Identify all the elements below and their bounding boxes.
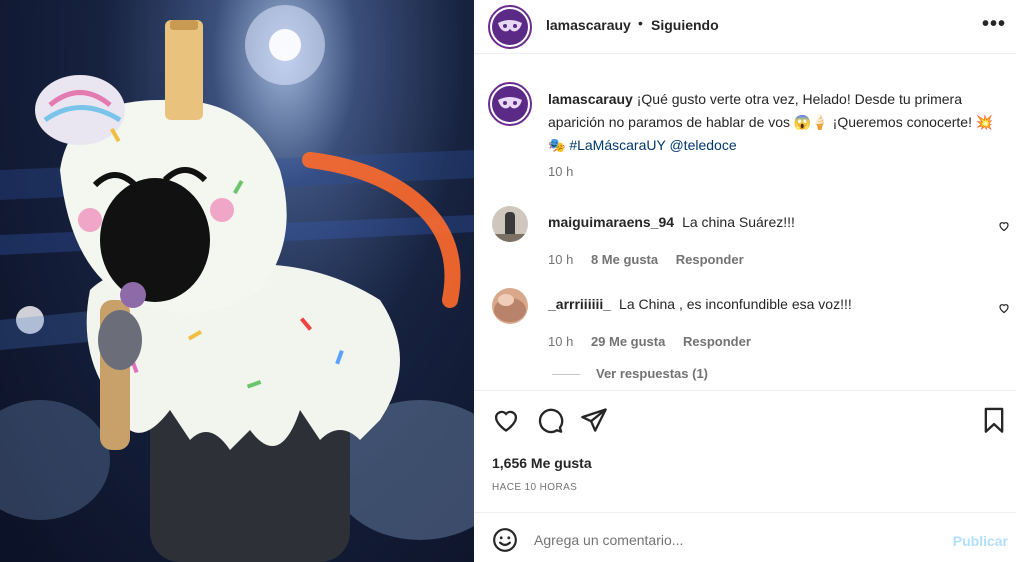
caption-username[interactable]: lamascarauy bbox=[548, 91, 633, 107]
caption-hashtag[interactable]: #LaMáscaraUY bbox=[569, 137, 665, 153]
reply-button[interactable]: Responder bbox=[683, 334, 751, 349]
comment-input[interactable] bbox=[534, 525, 914, 555]
mask-logo-icon bbox=[492, 86, 528, 122]
comment-text-block: _arrriiiiii_ La China , es inconfundible … bbox=[548, 296, 852, 312]
view-replies-label: Ver respuestas (1) bbox=[596, 366, 709, 381]
likes-count[interactable]: 1,656 Me gusta bbox=[492, 455, 592, 471]
caption-avatar[interactable] bbox=[488, 82, 532, 126]
send-icon[interactable] bbox=[580, 406, 608, 434]
ice-cream-costume-illustration bbox=[0, 5, 474, 562]
caption-time[interactable]: 10 h bbox=[548, 164, 573, 179]
comment-username[interactable]: maiguimaraens_94 bbox=[548, 214, 674, 230]
comment-likes[interactable]: 29 Me gusta bbox=[591, 334, 665, 349]
caption-mention[interactable]: @teledoce bbox=[669, 137, 736, 153]
mask-logo-icon bbox=[492, 9, 528, 45]
comment-likes[interactable]: 8 Me gusta bbox=[591, 252, 658, 267]
post-header: lamascarauy • Siguiendo ••• bbox=[474, 0, 1016, 54]
comment-meta: 10 h 8 Me gusta Responder bbox=[548, 252, 758, 267]
reply-button[interactable]: Responder bbox=[676, 252, 744, 267]
header-username[interactable]: lamascarauy bbox=[546, 17, 631, 33]
comment-time[interactable]: 10 h bbox=[548, 252, 573, 267]
post-panel: lamascarauy • Siguiendo ••• lamascarauy … bbox=[474, 0, 1016, 562]
comment-avatar[interactable] bbox=[492, 288, 528, 324]
view-replies-button[interactable]: Ver respuestas (1) bbox=[552, 366, 708, 381]
comment-text-block: maiguimaraens_94 La china Suárez!!! bbox=[548, 214, 795, 230]
comment-like-heart-icon[interactable] bbox=[998, 302, 1010, 314]
comment-like-heart-icon[interactable] bbox=[998, 220, 1010, 232]
comment-username[interactable]: _arrriiiiii_ bbox=[548, 296, 611, 312]
heart-icon[interactable] bbox=[492, 406, 520, 434]
post-image bbox=[0, 0, 474, 562]
comment-icon[interactable] bbox=[536, 406, 564, 434]
comment-text: La China , es inconfundible esa voz!!! bbox=[619, 296, 852, 312]
bookmark-icon[interactable] bbox=[980, 406, 1008, 434]
post-timestamp[interactable]: HACE 10 HORAS bbox=[492, 482, 577, 493]
comment-time[interactable]: 10 h bbox=[548, 334, 573, 349]
replies-divider bbox=[552, 374, 580, 376]
following-button[interactable]: Siguiendo bbox=[651, 17, 719, 33]
header-separator: • bbox=[638, 15, 643, 31]
add-comment-bar: Publicar bbox=[474, 512, 1016, 562]
emoji-icon[interactable] bbox=[492, 527, 518, 553]
caption-text-block: lamascarauy ¡Qué gusto verte otra vez, H… bbox=[548, 88, 1008, 157]
comment-text: La china Suárez!!! bbox=[682, 214, 795, 230]
comment-meta: 10 h 29 Me gusta Responder bbox=[548, 334, 765, 349]
more-options-icon[interactable]: ••• bbox=[982, 13, 1006, 36]
profile-avatar[interactable] bbox=[488, 5, 532, 49]
publish-button[interactable]: Publicar bbox=[953, 533, 1008, 549]
comment-avatar[interactable] bbox=[492, 206, 528, 242]
